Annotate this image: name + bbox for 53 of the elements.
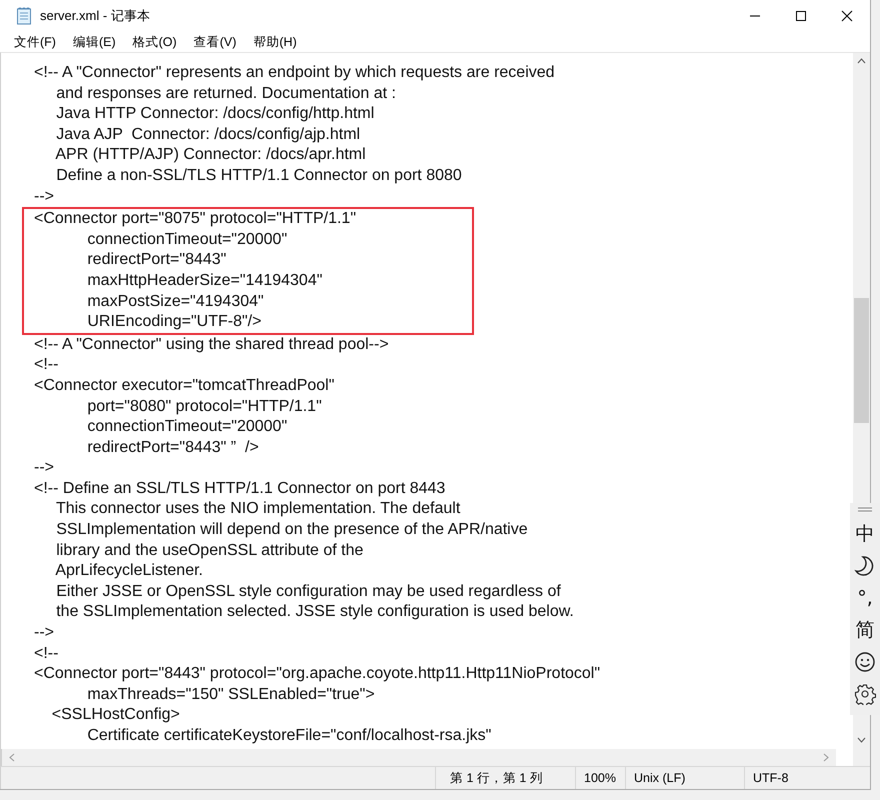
code-line: library and the useOpenSSL attribute of the <box>55 540 364 561</box>
code-line: SSLImplementation will depend on the presence of the APR/native <box>55 520 529 540</box>
code-line: <Connector port="8443" protocol="org.apache.coyote.http11.Http11NioProtocol" <box>34 664 602 684</box>
code-line: maxPostSize="4194304" <box>86 292 265 312</box>
menu-item[interactable]: 格式(O) <box>124 34 186 50</box>
code-line: <!-- Define an SSL/TLS HTTP/1.1 Connector on port 8443 <box>34 478 446 499</box>
notepad-icon <box>16 7 32 25</box>
code-line: This connector uses the NIO implementation. The default <box>54 499 462 520</box>
code-line: Certificate certificateKeystoreFile="conf/localhost-rsa.jks" <box>86 726 492 746</box>
code-line: --> <box>34 458 55 478</box>
menu-item[interactable]: 帮助(H) <box>245 34 306 50</box>
code-line: redirectPort="8443" ” /> <box>86 438 260 458</box>
code-line: connectionTimeout="20000" <box>86 417 288 438</box>
code-line: maxHttpHeaderSize="14194304" <box>86 270 324 291</box>
code-line: <!-- A "Connector" using the shared thread pool--> <box>34 334 390 355</box>
code-line: <!-- <box>34 644 60 664</box>
cursor-position: 第 1 行，第 1 列 <box>450 770 543 786</box>
ime-button[interactable]: 简 <box>856 614 874 646</box>
code-line: AprLifecycleListener. <box>54 561 204 582</box>
code-line: APR (HTTP/AJP) Connector: /docs/apr.html <box>54 145 367 166</box>
code-line: <Connector port="8075" protocol="HTTP/1.1" <box>34 209 358 230</box>
code-line: Java HTTP Connector: /docs/config/http.html <box>55 104 376 124</box>
scroll-up-icon[interactable] <box>857 57 866 66</box>
code-line: Define a non-SSL/TLS HTTP/1.1 Connector on port 8080 <box>55 166 463 186</box>
menu-item[interactable]: 编辑(E) <box>64 34 125 50</box>
menu-item[interactable]: 文件(F) <box>6 34 65 50</box>
code-line: <!-- <box>34 355 60 376</box>
maximize-icon <box>795 10 807 22</box>
code-line: --> <box>34 623 55 644</box>
code-line: Either JSSE or OpenSSL style configuration may be used regardless of <box>55 582 562 602</box>
code-line: and responses are returned. Documentation at : <box>55 84 397 104</box>
code-line: the SSLImplementation selected. JSSE style configuration is used below. <box>55 602 575 622</box>
code-line: <SSLHostConfig> <box>50 705 181 726</box>
encoding: UTF-8 <box>753 771 788 785</box>
scroll-down-icon[interactable] <box>857 735 866 744</box>
code-line: redirectPort="8443" <box>86 250 228 270</box>
menu-item[interactable]: 查看(V) <box>186 34 246 50</box>
code-line: <!-- A "Connector" represents an endpoint by which requests are received <box>34 63 556 83</box>
zoom-level: 100% <box>584 771 616 785</box>
ime-button[interactable]: °, <box>857 582 873 614</box>
code-line: Java AJP Connector: /docs/config/ajp.html <box>55 124 362 145</box>
grip-icon[interactable] <box>858 507 872 512</box>
code-line: port="8080" protocol="HTTP/1.1" <box>86 396 323 416</box>
code-line: URIEncoding="UTF-8"/> <box>86 312 262 332</box>
ime-button[interactable]: 中 <box>856 518 874 550</box>
code-line: maxThreads="150" SSLEnabled="true"> <box>86 684 376 705</box>
code-line: <Connector executor="tomcatThreadPool" <box>34 376 336 396</box>
line-ending: Unix (LF) <box>634 771 686 785</box>
code-line: connectionTimeout="20000" <box>86 230 288 250</box>
close-icon <box>841 10 853 22</box>
code-line: --> <box>34 186 55 207</box>
scrollbar-thumb[interactable] <box>854 298 869 423</box>
window-title: server.xml - 记事本 <box>40 7 151 25</box>
